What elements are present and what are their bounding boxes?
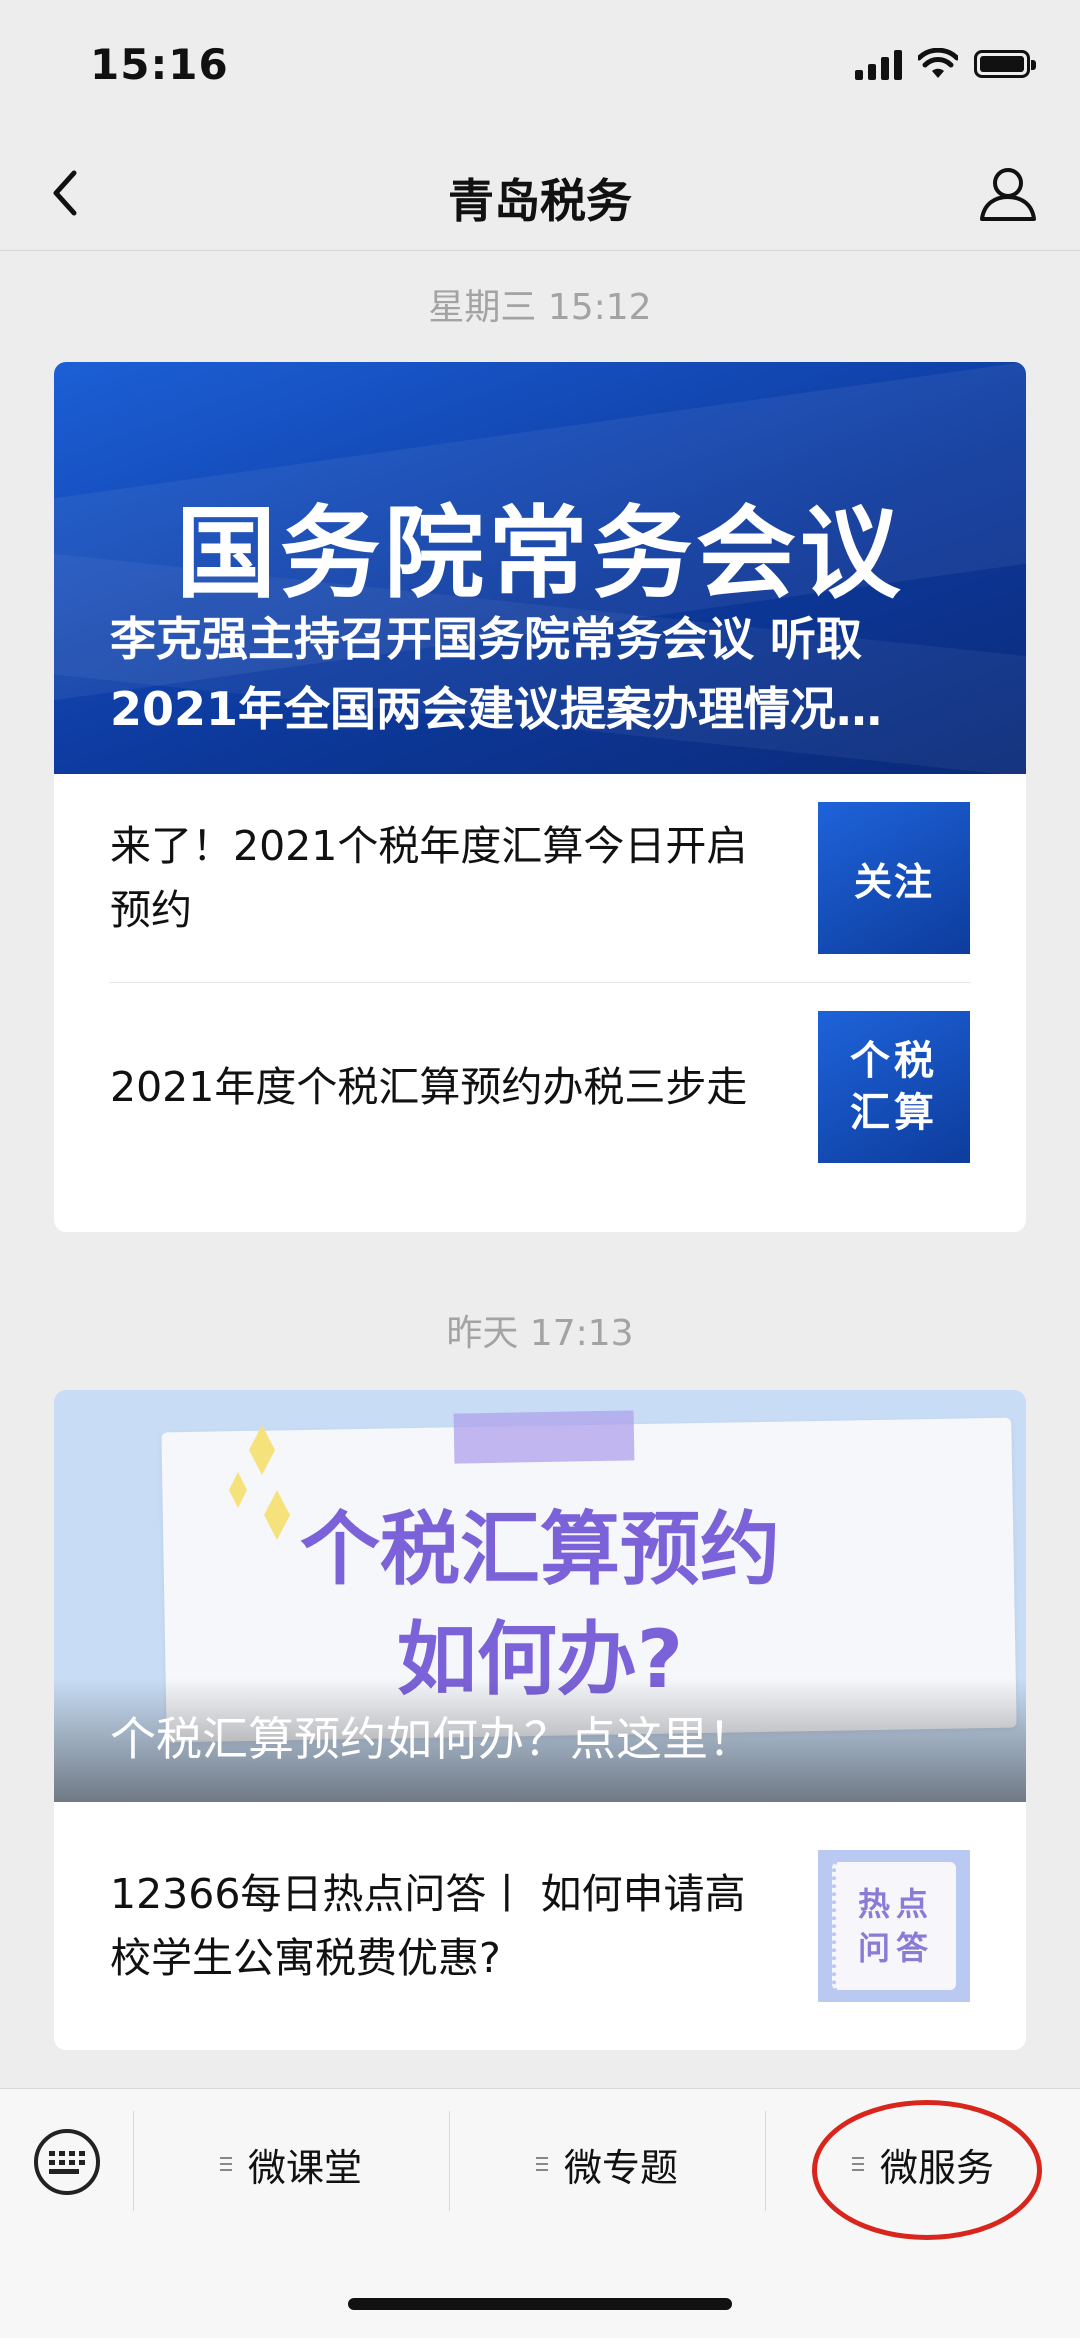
article-card: 个税汇算预约 如何办? 个税汇算预约如何办？点这里！ 12366每日热点问答丨 … bbox=[54, 1390, 1026, 2050]
menu-list-icon bbox=[535, 2157, 548, 2171]
article-title: 来了！2021个税年度汇算今日开启预约 bbox=[110, 822, 748, 934]
article-thumbnail: 关注 bbox=[818, 802, 970, 954]
cellular-signal-icon bbox=[855, 48, 902, 80]
status-icons bbox=[855, 48, 1036, 80]
thumbnail-text: 热点 bbox=[857, 1885, 934, 1923]
hero-decoration bbox=[453, 1410, 635, 1464]
list-item[interactable]: 2021年度个税汇算预约办税三步走 个税 汇算 bbox=[110, 982, 970, 1191]
article-title: 2021年度个税汇算预约办税三步走 bbox=[110, 1063, 748, 1111]
menu-item-label: 微专题 bbox=[563, 2145, 678, 2190]
battery-icon bbox=[974, 50, 1036, 78]
menu-item-micro-class[interactable]: 微课堂 bbox=[134, 2129, 448, 2199]
menu-item-label: 微课堂 bbox=[247, 2145, 362, 2190]
keyboard-icon[interactable] bbox=[34, 2129, 100, 2195]
list-item[interactable]: 来了！2021个税年度汇算今日开启预约 关注 bbox=[110, 774, 970, 982]
hero-headline-line: 个税汇算预约 bbox=[300, 1503, 780, 1596]
message-timestamp: 星期三 15:12 bbox=[428, 287, 652, 328]
article-title: 12366每日热点问答丨 如何申请高校学生公寓税费优惠? bbox=[110, 1870, 746, 1982]
hero-article[interactable]: 国务院常务会议 李克强主持召开国务院常务会议 听取2021年全国两会建议提案办理… bbox=[54, 362, 1026, 774]
hero-headline: 国务院常务会议 bbox=[176, 495, 904, 612]
hero-article[interactable]: 个税汇算预约 如何办? 个税汇算预约如何办？点这里！ bbox=[54, 1390, 1026, 1802]
hero-caption: 个税汇算预约如何办？点这里！ bbox=[54, 1678, 1026, 1802]
status-time: 15:16 bbox=[90, 40, 229, 89]
menu-list-icon bbox=[219, 2157, 232, 2171]
highlight-annotation-circle bbox=[812, 2100, 1042, 2240]
page-title: 青岛税务 bbox=[448, 174, 632, 228]
wifi-icon bbox=[918, 48, 958, 78]
article-thumbnail: 个税 汇算 bbox=[818, 1011, 970, 1163]
article-card: 国务院常务会议 李克强主持召开国务院常务会议 听取2021年全国两会建议提案办理… bbox=[54, 362, 1026, 1232]
thumbnail-text: 汇算 bbox=[850, 1090, 938, 1136]
profile-icon[interactable] bbox=[976, 161, 1040, 225]
status-bar: 15:16 bbox=[0, 0, 1080, 135]
list-item[interactable]: 12366每日热点问答丨 如何申请高校学生公寓税费优惠? 热点 问答 bbox=[110, 1802, 970, 2050]
thumbnail-text: 问答 bbox=[857, 1929, 934, 1967]
thumbnail-text: 关注 bbox=[853, 859, 934, 904]
message-timestamp: 昨天 17:13 bbox=[446, 1313, 634, 1354]
nav-bar: 青岛税务 bbox=[0, 135, 1080, 251]
menu-item-micro-topic[interactable]: 微专题 bbox=[450, 2129, 764, 2199]
article-thumbnail: 热点 问答 bbox=[818, 1850, 970, 2002]
home-indicator[interactable] bbox=[348, 2298, 732, 2310]
hero-caption: 李克强主持召开国务院常务会议 听取2021年全国两会建议提案办理情况… bbox=[110, 612, 883, 736]
thumbnail-text: 个税 bbox=[850, 1038, 938, 1084]
